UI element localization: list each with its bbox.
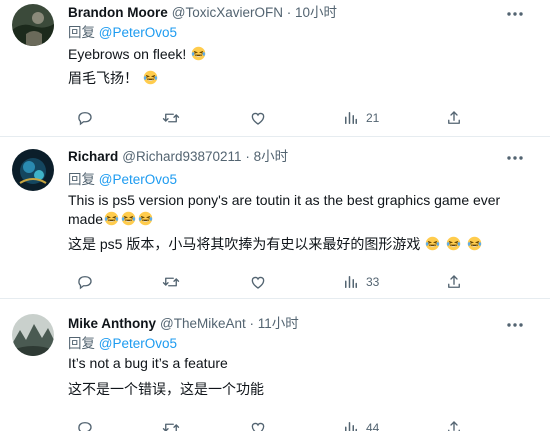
tweet-text-line: This is ps5 version pony's are toutin it… (68, 192, 501, 208)
more-icon[interactable] (504, 150, 526, 166)
retweet-button[interactable] (162, 272, 180, 292)
like-icon (251, 112, 265, 125)
reply-feed: Brandon Moore @ToxicXavierOFN · 10小时 回复 @… (0, 0, 550, 431)
laughing-emoji-icon (446, 236, 461, 251)
separator-dot: · (286, 5, 292, 20)
reply-mention-link[interactable]: @PeterOvo5 (99, 25, 177, 40)
laughing-emoji-icon (138, 211, 153, 226)
tweet-text-line: made (68, 209, 538, 229)
tweet-header: Mike Anthony @TheMikeAnt · 11小时 (68, 314, 299, 334)
more-icon[interactable] (504, 317, 526, 333)
reply-icon (78, 276, 92, 290)
timestamp[interactable]: 8小时 (254, 149, 289, 164)
reply-icon (78, 112, 92, 126)
reply-mention-link[interactable]: @PeterOvo5 (99, 336, 177, 351)
author-handle[interactable]: @TheMikeAnt (160, 316, 246, 331)
like-button[interactable] (249, 272, 267, 292)
reply-prefix: 回复 (68, 25, 95, 40)
laughing-emoji-icon (121, 211, 136, 226)
retweet-button[interactable] (162, 108, 180, 128)
tweet-text-line: Eyebrows on fleek! (68, 44, 538, 64)
avatar[interactable] (12, 4, 54, 46)
replying-to: 回复 @PeterOvo5 (68, 171, 177, 189)
replying-to: 回复 @PeterOvo5 (68, 24, 177, 42)
laughing-emoji-icon (467, 236, 482, 251)
views-count: 33 (366, 275, 380, 289)
reply-icon (78, 422, 92, 431)
tweet[interactable]: Brandon Moore @ToxicXavierOFN · 10小时 回复 @… (0, 0, 550, 137)
share-button[interactable] (445, 418, 463, 431)
reply-button[interactable] (76, 108, 94, 128)
timestamp[interactable]: 10小时 (295, 5, 337, 20)
author-name[interactable]: Brandon Moore (68, 5, 168, 20)
separator-dot: · (245, 149, 250, 164)
share-icon (448, 421, 460, 431)
reply-prefix: 回复 (68, 172, 95, 187)
tweet[interactable]: Richard @Richard93870211 · 8小时 回复 @PeterO… (0, 137, 550, 299)
views-icon (345, 112, 357, 124)
tweet-translation-line: 这不是一个错误，这是一个功能 (68, 381, 264, 397)
retweet-icon (162, 113, 180, 123)
author-handle[interactable]: @ToxicXavierOFN (172, 5, 283, 20)
tweet-header: Brandon Moore @ToxicXavierOFN · 10小时 (68, 3, 337, 23)
separator-dot: · (249, 316, 255, 331)
avatar[interactable] (12, 149, 54, 191)
like-button[interactable] (249, 418, 267, 431)
laughing-emoji-icon (104, 211, 119, 226)
retweet-button[interactable] (162, 418, 180, 431)
laughing-emoji-icon (425, 236, 440, 251)
author-handle[interactable]: @Richard93870211 (122, 149, 241, 164)
timestamp[interactable]: 11小时 (258, 316, 299, 331)
views-button[interactable]: 33 (342, 272, 379, 292)
views-button[interactable]: 21 (342, 108, 379, 128)
share-icon (448, 275, 460, 288)
retweet-icon (162, 423, 180, 431)
views-button[interactable]: 44 (342, 418, 379, 431)
share-button[interactable] (445, 272, 463, 292)
views-icon (345, 422, 357, 431)
reply-button[interactable] (76, 272, 94, 292)
tweet[interactable]: Mike Anthony @TheMikeAnt · 11小时 回复 @Peter… (0, 299, 550, 431)
reply-button[interactable] (76, 418, 94, 431)
author-name[interactable]: Richard (68, 149, 118, 164)
share-button[interactable] (445, 108, 463, 128)
reply-mention-link[interactable]: @PeterOvo5 (99, 172, 177, 187)
views-icon (345, 276, 357, 288)
like-icon (251, 422, 265, 431)
retweet-icon (162, 277, 180, 287)
like-icon (251, 276, 265, 289)
share-icon (448, 111, 460, 124)
tweet-translation-line: 这是 ps5 版本，小马将其吹捧为有史以来最好的图形游戏 (68, 234, 538, 254)
action-bar: 44 (76, 418, 476, 431)
reply-prefix: 回复 (68, 336, 95, 351)
tweet-text-line: It’s not a bug it’s a feature (68, 355, 228, 371)
tweet-header: Richard @Richard93870211 · 8小时 (68, 147, 288, 167)
more-icon[interactable] (504, 6, 526, 22)
laughing-emoji-icon (143, 70, 158, 85)
views-count: 21 (366, 111, 380, 125)
views-count: 44 (366, 421, 380, 431)
like-button[interactable] (249, 108, 267, 128)
action-bar: 21 (76, 108, 476, 128)
author-name[interactable]: Mike Anthony (68, 316, 156, 331)
tweet-translation-line: 眉毛飞扬！ (68, 68, 538, 88)
laughing-emoji-icon (191, 46, 206, 61)
replying-to: 回复 @PeterOvo5 (68, 335, 177, 353)
avatar[interactable] (12, 314, 54, 356)
action-bar: 33 (76, 272, 476, 292)
